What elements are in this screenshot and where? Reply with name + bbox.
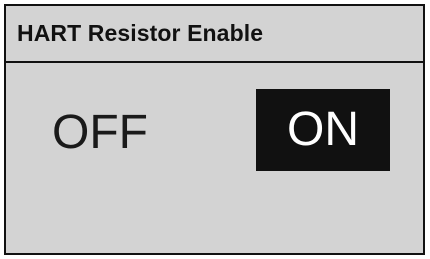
on-option-label: ON [287, 103, 359, 156]
page-title: HART Resistor Enable [17, 20, 264, 46]
on-option-selected[interactable]: ON [256, 89, 390, 171]
off-option[interactable]: OFF [52, 109, 148, 157]
title-bar: HART Resistor Enable [6, 6, 423, 63]
off-option-label: OFF [52, 106, 148, 159]
hart-resistor-dialog: HART Resistor Enable OFF ON [4, 4, 425, 255]
